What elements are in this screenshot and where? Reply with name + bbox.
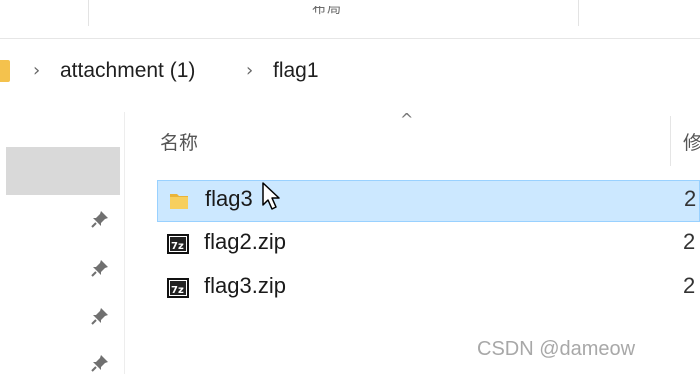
pin-icon[interactable] xyxy=(90,353,110,373)
column-divider[interactable] xyxy=(670,116,671,166)
7z-archive-icon: 7z xyxy=(167,234,189,254)
file-date: 2 xyxy=(683,229,696,254)
7z-archive-icon: 7z xyxy=(167,278,189,298)
address-bar[interactable]: › attachment (1) › flag1 xyxy=(0,52,700,92)
chevron-right-icon[interactable]: › xyxy=(33,60,40,81)
mouse-cursor-icon xyxy=(262,182,280,210)
file-name[interactable]: flag3 xyxy=(205,186,253,212)
pin-icon[interactable] xyxy=(90,258,110,278)
file-row-flag2-zip[interactable]: 7z flag2.zip 2 xyxy=(157,224,700,266)
ribbon-separator xyxy=(578,0,579,26)
chevron-right-icon[interactable]: › xyxy=(246,60,253,81)
file-date: 2 xyxy=(684,186,697,211)
svg-text:7z: 7z xyxy=(171,241,184,252)
ribbon-layout-label[interactable]: 布局 xyxy=(312,6,342,18)
pane-divider xyxy=(124,112,125,374)
file-name[interactable]: flag3.zip xyxy=(204,273,286,299)
nav-item-selected[interactable] xyxy=(6,147,120,195)
svg-text:7z: 7z xyxy=(171,285,184,296)
folder-icon xyxy=(170,194,188,209)
file-row-flag3-zip[interactable]: 7z flag3.zip 2 xyxy=(157,268,700,310)
pin-icon[interactable] xyxy=(90,209,110,229)
ribbon: 布局 xyxy=(0,0,700,30)
file-row-flag3-folder[interactable]: flag3 2 xyxy=(157,180,700,222)
file-date: 2 xyxy=(683,273,696,298)
ribbon-divider xyxy=(0,38,700,39)
column-header-name[interactable]: 名称 xyxy=(160,128,198,155)
column-header-modified[interactable]: 修 xyxy=(683,128,700,155)
ribbon-separator xyxy=(88,0,89,26)
watermark: CSDN @dameow xyxy=(477,338,636,360)
navigation-pane xyxy=(0,110,125,374)
breadcrumb-item-flag1[interactable]: flag1 xyxy=(273,59,319,83)
file-name[interactable]: flag2.zip xyxy=(204,229,286,255)
folder-icon xyxy=(0,60,10,82)
breadcrumb-item-attachment[interactable]: attachment (1) xyxy=(60,59,195,83)
pin-icon[interactable] xyxy=(90,306,110,326)
sort-ascending-icon: ^ xyxy=(400,110,414,129)
